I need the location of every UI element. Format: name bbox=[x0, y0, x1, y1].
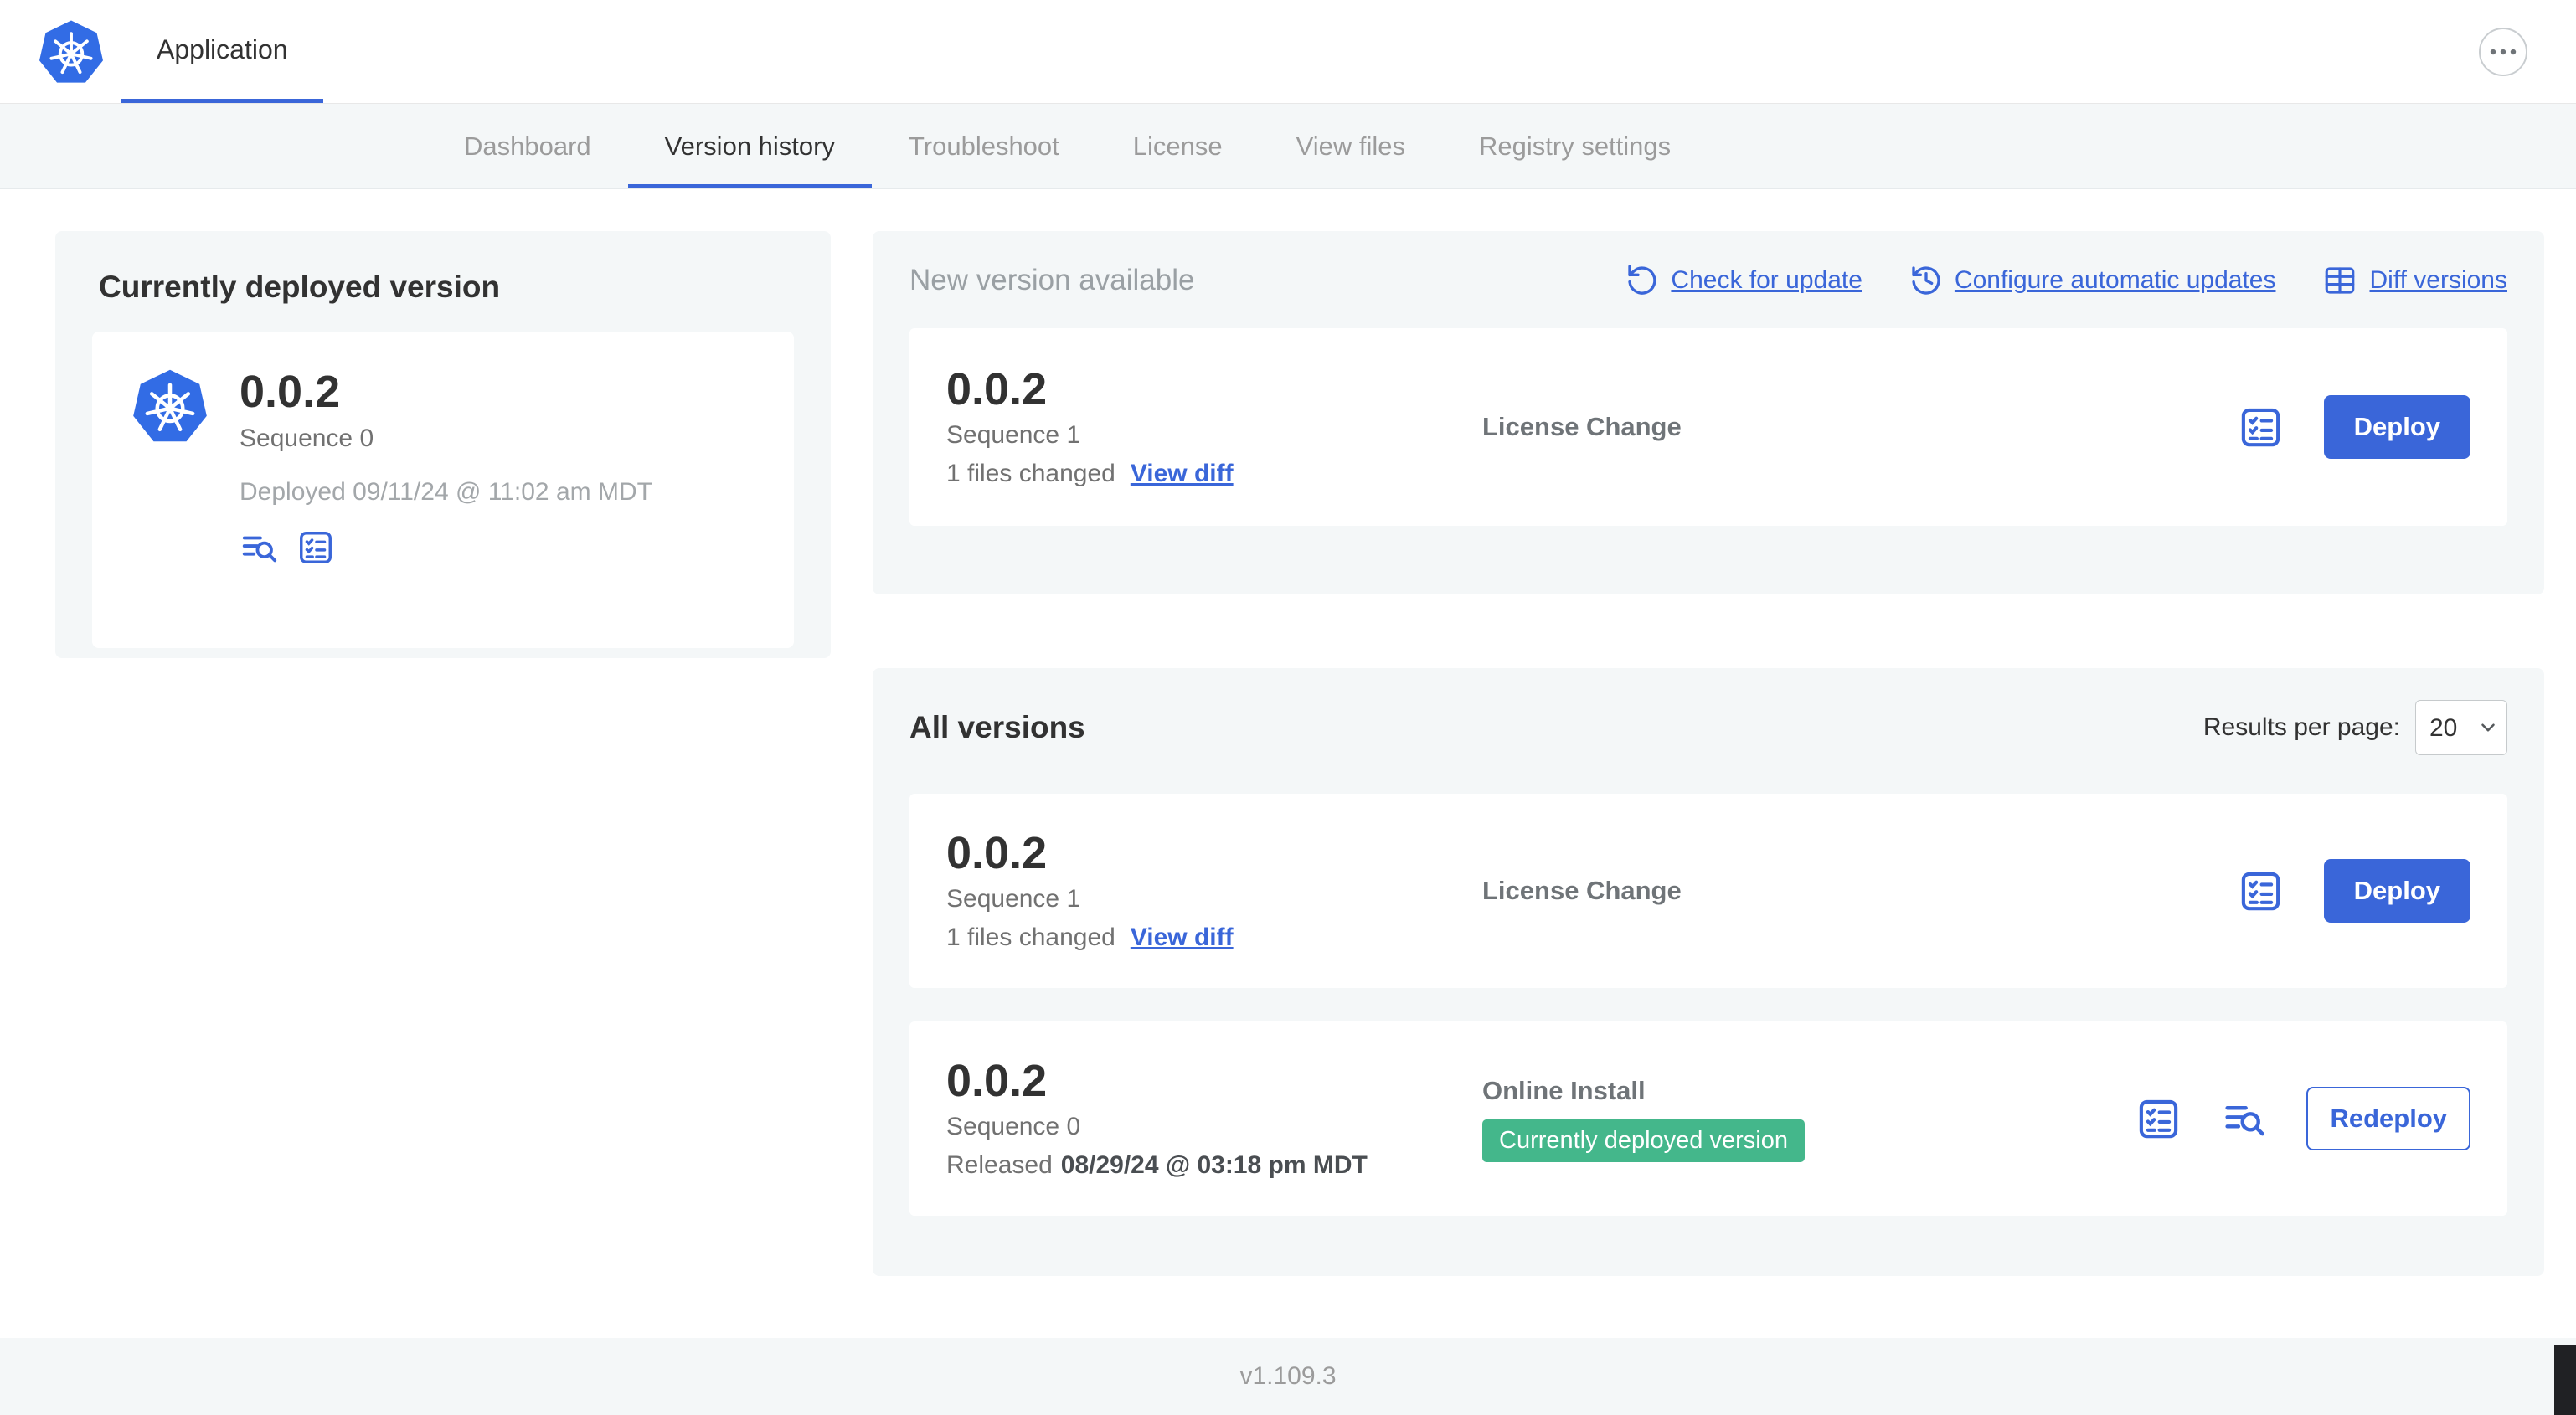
version-sequence: Sequence 1 bbox=[946, 421, 1081, 450]
files-changed-label: 1 files changed bbox=[946, 460, 1115, 488]
refresh-icon bbox=[1628, 265, 1656, 295]
all-versions-heading: All versions bbox=[909, 710, 1085, 744]
version-source: License Change bbox=[1482, 876, 1682, 905]
view-config-button[interactable] bbox=[2238, 404, 2284, 450]
view-config-button[interactable] bbox=[296, 528, 335, 567]
version-row: 0.0.2 Sequence 0 Released 08/29/24 @ 03:… bbox=[909, 1021, 2507, 1216]
kubernetes-logo-icon bbox=[39, 19, 104, 85]
view-diff-link[interactable]: View diff bbox=[1131, 460, 1234, 488]
kubernetes-app-icon bbox=[132, 368, 208, 444]
files-changed-label: 1 files changed bbox=[946, 924, 1115, 952]
release-notes-button[interactable] bbox=[2222, 1097, 2266, 1141]
tab-registry-settings[interactable]: Registry settings bbox=[1442, 104, 1708, 188]
all-versions-card: All versions Results per page: 20 0.0.2 … bbox=[873, 668, 2544, 1276]
check-for-update-link[interactable]: Check for update bbox=[1625, 264, 1862, 297]
release-notes-icon bbox=[242, 536, 277, 562]
version-source: Online Install bbox=[1482, 1075, 1646, 1105]
currently-deployed-version-card: 0.0.2 Sequence 0 Deployed 09/11/24 @ 11:… bbox=[92, 332, 794, 648]
more-menu-button[interactable] bbox=[2479, 27, 2527, 76]
ellipsis-icon bbox=[2490, 49, 2517, 54]
release-notes-button[interactable] bbox=[240, 528, 278, 567]
tab-version-history[interactable]: Version history bbox=[627, 104, 873, 188]
main-content: Currently deployed version 0.0.2 Sequenc… bbox=[0, 189, 2576, 1276]
version-number: 0.0.2 bbox=[946, 1055, 1048, 1106]
scrollbar-thumb[interactable] bbox=[2554, 1345, 2576, 1415]
released-label: Released bbox=[946, 1151, 1053, 1180]
currently-deployed-badge: Currently deployed version bbox=[1482, 1119, 1805, 1162]
view-config-button[interactable] bbox=[2136, 1096, 2182, 1142]
version-number: 0.0.2 bbox=[946, 827, 1048, 878]
release-notes-icon bbox=[2225, 1105, 2265, 1135]
view-diff-link[interactable]: View diff bbox=[1131, 924, 1234, 952]
app-tab-application[interactable]: Application bbox=[121, 0, 323, 103]
new-version-card: New version available Check for update C… bbox=[873, 231, 2544, 594]
results-per-page-wrapper: 20 bbox=[2415, 700, 2507, 755]
tab-view-files[interactable]: View files bbox=[1260, 104, 1442, 188]
current-version-number: 0.0.2 bbox=[240, 367, 341, 417]
version-sequence: Sequence 0 bbox=[946, 1113, 1081, 1141]
secondary-nav: Dashboard Version history Troubleshoot L… bbox=[0, 104, 2576, 189]
currently-deployed-heading: Currently deployed version bbox=[99, 270, 501, 304]
tab-troubleshoot[interactable]: Troubleshoot bbox=[872, 104, 1096, 188]
tab-license[interactable]: License bbox=[1096, 104, 1260, 188]
right-column: New version available Check for update C… bbox=[873, 231, 2544, 1276]
version-source: License Change bbox=[1482, 412, 1682, 441]
currently-deployed-card: Currently deployed version 0.0.2 Sequenc… bbox=[55, 231, 831, 658]
config-checklist-icon bbox=[2140, 1099, 2178, 1138]
released-date: 08/29/24 @ 03:18 pm MDT bbox=[1060, 1151, 1368, 1180]
view-config-button[interactable] bbox=[2238, 868, 2284, 914]
diff-versions-link[interactable]: Diff versions bbox=[2322, 263, 2507, 298]
app-title: Application bbox=[157, 33, 288, 64]
app-footer: v1.109.3 bbox=[0, 1338, 2576, 1415]
deploy-button[interactable]: Deploy bbox=[2323, 859, 2470, 923]
new-version-heading: New version available bbox=[909, 264, 1195, 296]
current-sequence: Sequence 0 bbox=[240, 424, 374, 452]
results-per-page-label: Results per page: bbox=[2202, 713, 2400, 741]
config-checklist-icon bbox=[2241, 408, 2280, 446]
app-header: Application bbox=[0, 0, 2576, 104]
config-checklist-icon bbox=[300, 531, 332, 563]
deploy-button[interactable]: Deploy bbox=[2323, 395, 2470, 459]
redeploy-button[interactable]: Redeploy bbox=[2306, 1087, 2470, 1150]
version-row: 0.0.2 Sequence 1 1 files changed View di… bbox=[909, 794, 2507, 988]
version-sequence: Sequence 1 bbox=[946, 885, 1081, 913]
results-per-page-select[interactable]: 20 bbox=[2415, 700, 2507, 755]
tab-dashboard[interactable]: Dashboard bbox=[427, 104, 628, 188]
diff-table-icon bbox=[2326, 267, 2355, 294]
version-number: 0.0.2 bbox=[946, 363, 1048, 414]
console-version: v1.109.3 bbox=[1239, 1362, 1337, 1390]
configure-automatic-updates-link[interactable]: Configure automatic updates bbox=[1909, 264, 2275, 297]
auto-update-clock-icon bbox=[1912, 266, 1940, 295]
current-deployed-timestamp: Deployed 09/11/24 @ 11:02 am MDT bbox=[240, 477, 652, 506]
new-version-row: 0.0.2 Sequence 1 1 files changed View di… bbox=[909, 328, 2507, 526]
config-checklist-icon bbox=[2241, 872, 2280, 910]
